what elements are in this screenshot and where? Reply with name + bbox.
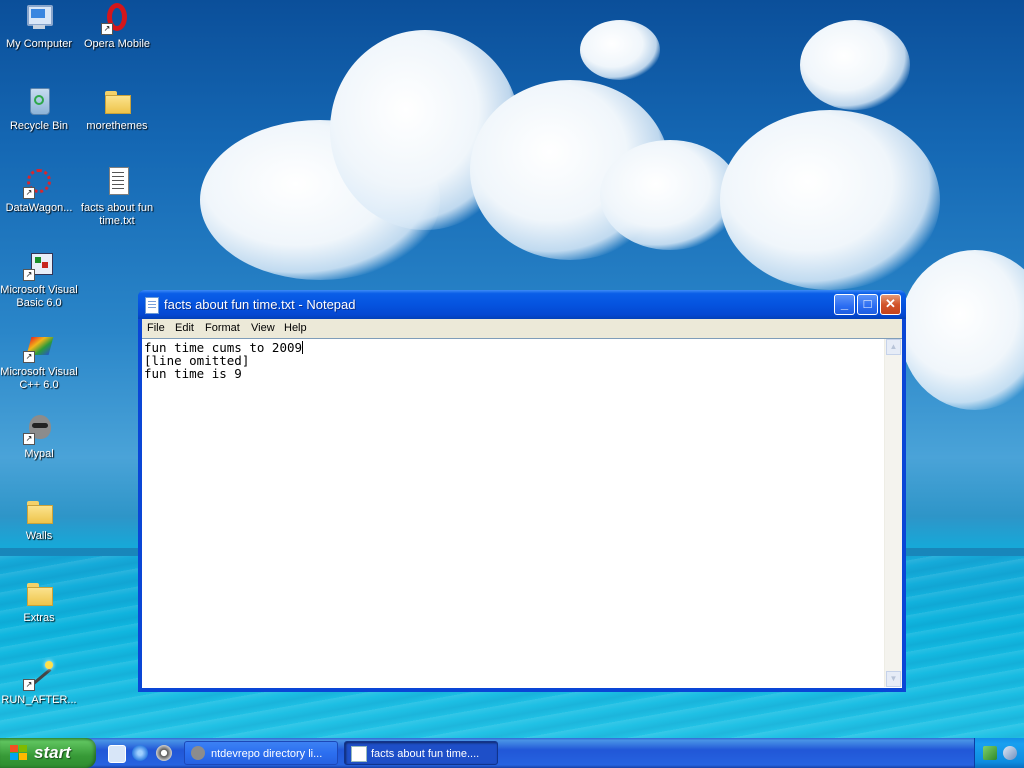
scroll-up-arrow-icon[interactable]: ▲ — [886, 339, 901, 355]
safely-remove-icon[interactable] — [1003, 746, 1017, 760]
wallpaper-cloud — [580, 20, 660, 80]
text-line: fun time cums to 2009 — [144, 341, 882, 354]
visual-basic-icon: ↗ — [23, 249, 55, 281]
folder-icon — [23, 577, 55, 609]
internet-explorer-icon[interactable] — [132, 745, 148, 761]
windows-logo-icon — [10, 745, 28, 761]
wallpaper-cloud — [720, 110, 940, 290]
visual-cpp-icon: ↗ — [23, 331, 55, 363]
desktop-icon-label: Mypal — [24, 448, 54, 460]
menu-view[interactable]: View — [251, 322, 275, 334]
wand-icon: ↗ — [23, 659, 55, 691]
scroll-down-arrow-icon[interactable]: ▼ — [886, 671, 901, 687]
minimize-button[interactable]: _ — [834, 294, 855, 315]
desktop-icon-label: Opera Mobile — [83, 38, 151, 50]
start-label: start — [34, 743, 71, 762]
menu-help[interactable]: Help — [284, 322, 307, 334]
desktop-icon-morethemes[interactable]: morethemes — [78, 85, 156, 133]
shortcut-arrow-icon: ↗ — [23, 679, 35, 691]
menu-format[interactable]: Format — [205, 322, 240, 334]
desktop-icon-visual-cpp[interactable]: ↗ Microsoft Visual C++ 6.0 — [0, 331, 78, 392]
desktop-icon-label: Microsoft Visual C++ 6.0 — [0, 366, 78, 391]
desktop-icon-label: Recycle Bin — [9, 120, 69, 132]
text-line: [line omitted] — [144, 353, 250, 368]
desktop-icon-my-computer[interactable]: My Computer — [0, 3, 78, 51]
desktop-icon-label: DataWagon... — [5, 202, 73, 214]
start-button[interactable]: start — [0, 738, 96, 768]
mypal-icon — [191, 746, 205, 760]
shortcut-arrow-icon: ↗ — [23, 187, 35, 199]
shortcut-arrow-icon: ↗ — [23, 433, 35, 445]
opera-icon: ↗ — [101, 3, 133, 35]
network-icon[interactable] — [983, 746, 997, 760]
shortcut-arrow-icon: ↗ — [23, 351, 35, 363]
desktop-icon-mypal[interactable]: ↗ Mypal — [0, 413, 78, 461]
taskbar-item-ntdevrepo[interactable]: ntdevrepo directory li... — [184, 741, 338, 765]
notepad-window[interactable]: facts about fun time.txt - Notepad _ □ ✕… — [138, 290, 906, 692]
show-desktop-icon[interactable] — [108, 745, 126, 763]
wallpaper-cloud — [800, 20, 910, 110]
folder-icon — [101, 85, 133, 117]
menu-edit[interactable]: Edit — [175, 322, 194, 334]
desktop-icon-facts-txt[interactable]: facts about fun time.txt — [78, 167, 156, 228]
shortcut-arrow-icon: ↗ — [101, 23, 113, 35]
desktop-icon-label: Microsoft Visual Basic 6.0 — [0, 284, 78, 309]
datawagon-icon: ↗ — [23, 167, 55, 199]
desktop-icon-opera-mobile[interactable]: ↗ Opera Mobile — [78, 3, 156, 51]
window-title: facts about fun time.txt - Notepad — [164, 297, 356, 312]
desktop-icon-label: Extras — [23, 612, 55, 624]
desktop-icon-label: facts about fun time.txt — [80, 202, 154, 227]
menu-bar: File Edit Format View Help — [142, 319, 902, 338]
media-player-icon[interactable] — [156, 745, 172, 761]
desktop-icon-run-after[interactable]: ↗ RUN_AFTER... — [0, 659, 78, 707]
text-content[interactable]: fun time cums to 2009 [line omitted] fun t… — [144, 341, 882, 683]
taskbar-item-notepad[interactable]: facts about fun time.... — [344, 741, 498, 765]
desktop-icon-datawagon[interactable]: ↗ DataWagon... — [0, 167, 78, 215]
desktop-icon-visual-basic[interactable]: ↗ Microsoft Visual Basic 6.0 — [0, 249, 78, 310]
text-caret — [302, 341, 304, 354]
text-area[interactable]: fun time cums to 2009 [line omitted] fun t… — [142, 338, 902, 688]
desktop-icon-label: RUN_AFTER... — [1, 694, 77, 706]
mypal-icon: ↗ — [23, 413, 55, 445]
vertical-scrollbar[interactable]: ▲ ▼ — [884, 339, 902, 687]
maximize-button[interactable]: □ — [857, 294, 878, 315]
close-icon: ✕ — [885, 296, 896, 311]
taskbar-item-label: ntdevrepo directory li... — [211, 748, 323, 760]
title-bar[interactable]: facts about fun time.txt - Notepad _ □ ✕ — [138, 290, 906, 319]
recycle-bin-icon — [23, 85, 55, 117]
desktop-icon-label: My Computer — [5, 38, 73, 50]
taskbar: start ntdevrepo directory li... facts ab… — [0, 738, 1024, 768]
system-tray — [974, 738, 1024, 768]
taskbar-item-label: facts about fun time.... — [371, 748, 480, 760]
desktop-icon-label: morethemes — [86, 120, 148, 132]
folder-icon — [23, 495, 55, 527]
menu-file[interactable]: File — [147, 322, 165, 334]
wallpaper-cloud — [600, 140, 740, 250]
minimize-icon: _ — [840, 296, 849, 311]
text-file-icon — [101, 167, 133, 199]
maximize-icon: □ — [863, 296, 872, 311]
text-line: fun time is 9 — [144, 366, 242, 381]
desktop-icon-extras[interactable]: Extras — [0, 577, 78, 625]
desktop-icon-recycle-bin[interactable]: Recycle Bin — [0, 85, 78, 133]
close-button[interactable]: ✕ — [880, 294, 901, 315]
desktop-icon-label: Walls — [25, 530, 53, 542]
desktop-icon-walls[interactable]: Walls — [0, 495, 78, 543]
my-computer-icon — [23, 3, 55, 35]
notepad-icon — [351, 746, 367, 762]
shortcut-arrow-icon: ↗ — [23, 269, 35, 281]
wallpaper-cloud — [900, 250, 1024, 410]
notepad-icon[interactable] — [145, 297, 159, 314]
